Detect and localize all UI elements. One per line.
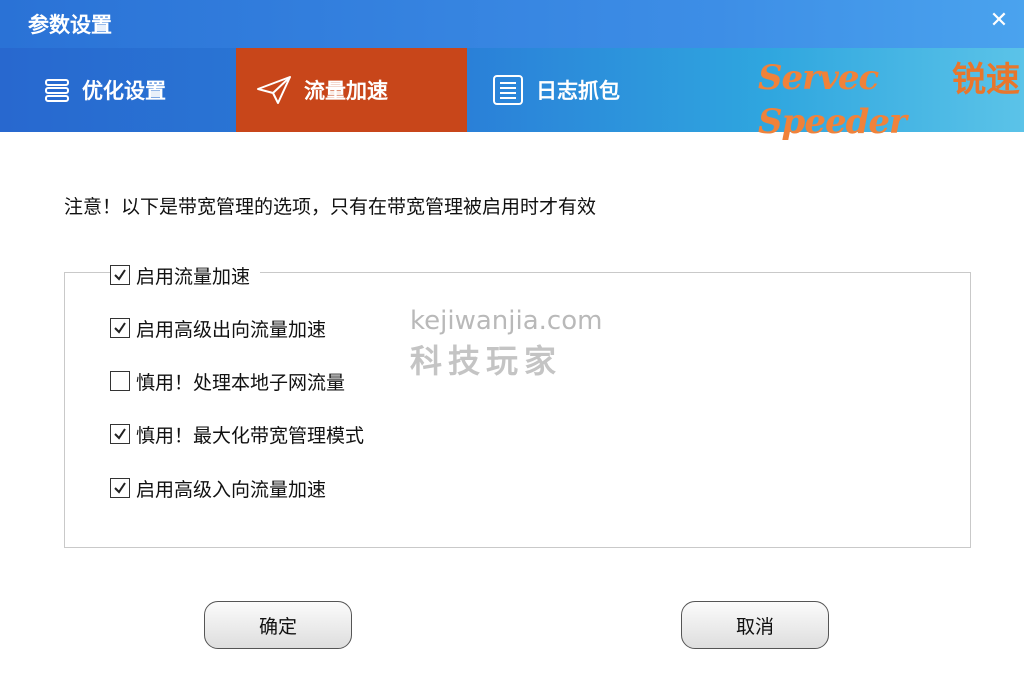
check-icon	[114, 269, 126, 281]
title-bar: 参数设置 ✕	[0, 0, 1024, 48]
paper-plane-icon	[257, 76, 291, 104]
watermark-cn: 科技玩家	[410, 342, 563, 380]
checkbox[interactable]	[110, 424, 130, 444]
checkbox[interactable]	[110, 478, 130, 498]
close-icon[interactable]: ✕	[984, 6, 1014, 36]
window-title: 参数设置	[28, 13, 112, 37]
option-label: 慎用！最大化带宽管理模式	[136, 424, 365, 447]
option-label: 启用高级入向流量加速	[136, 478, 327, 501]
tab-traffic-acceleration[interactable]: 流量加速	[236, 48, 467, 132]
notice-text: 注意！以下是带宽管理的选项，只有在带宽管理被启用时才有效	[64, 196, 597, 218]
tab-optimize-settings[interactable]: 优化设置	[44, 48, 166, 132]
cancel-button[interactable]: 取消	[681, 601, 829, 649]
watermark-domain: kejiwanjia.com	[410, 306, 603, 336]
brand-cn: 锐速	[952, 60, 1020, 100]
checkbox[interactable]	[110, 371, 130, 391]
server-icon	[45, 79, 69, 102]
checkbox[interactable]	[110, 265, 130, 285]
check-icon	[114, 428, 126, 440]
log-list-icon	[493, 75, 523, 105]
brand-logo: Servec Speeder 锐速	[758, 56, 1020, 142]
option-advanced-outbound[interactable]: 启用高级出向流量加速	[110, 315, 337, 341]
check-icon	[114, 322, 126, 334]
tab-label: 日志抓包	[536, 79, 620, 103]
option-label: 启用流量加速	[136, 265, 251, 288]
tab-log-capture[interactable]: 日志抓包	[492, 48, 620, 132]
check-icon	[114, 482, 126, 494]
ok-button[interactable]: 确定	[204, 601, 352, 649]
option-maximize-bandwidth[interactable]: 慎用！最大化带宽管理模式	[110, 421, 375, 447]
option-local-subnet[interactable]: 慎用！处理本地子网流量	[110, 368, 356, 394]
option-advanced-inbound[interactable]: 启用高级入向流量加速	[110, 475, 337, 501]
option-label: 慎用！处理本地子网流量	[136, 371, 346, 394]
tab-label: 优化设置	[82, 79, 166, 103]
checkbox[interactable]	[110, 318, 130, 338]
tab-label: 流量加速	[304, 79, 388, 103]
option-label: 启用高级出向流量加速	[136, 318, 327, 341]
option-enable-traffic-acceleration[interactable]: 启用流量加速	[110, 262, 261, 288]
